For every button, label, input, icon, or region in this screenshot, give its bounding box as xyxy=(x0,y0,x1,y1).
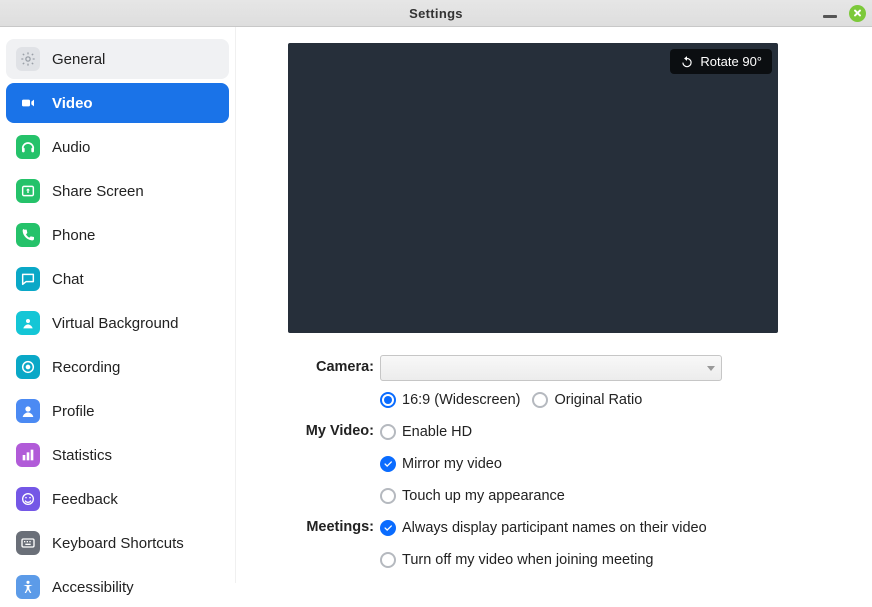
sidebar-item-label: Video xyxy=(52,95,93,112)
sidebar-item-label: Virtual Background xyxy=(52,315,178,332)
gear-icon xyxy=(16,47,40,71)
video-settings-form: Camera: 16:9 (Widescreen) Original Ratio xyxy=(288,355,848,583)
radio-icon xyxy=(380,392,396,408)
sidebar-item-keyboard-shortcuts[interactable]: Keyboard Shortcuts xyxy=(6,523,229,563)
window-title: Settings xyxy=(0,6,872,21)
option-label: Original Ratio xyxy=(554,392,642,408)
titlebar: Settings xyxy=(0,0,872,27)
option-label: Mirror my video xyxy=(402,456,502,472)
sidebar-item-phone[interactable]: Phone xyxy=(6,215,229,255)
sidebar-item-label: Phone xyxy=(52,227,95,244)
mirror-video-checkbox[interactable]: Mirror my video xyxy=(380,456,502,472)
rotate-icon xyxy=(680,55,694,69)
sidebar-item-general[interactable]: General xyxy=(6,39,229,79)
option-label: Turn off my video when joining meeting xyxy=(402,552,653,568)
minimize-button[interactable] xyxy=(823,15,837,18)
settings-sidebar: General Video Audio Share Screen Phone xyxy=(0,27,236,583)
sidebar-item-label: General xyxy=(52,51,105,68)
empty-label xyxy=(288,579,380,583)
sidebar-item-feedback[interactable]: Feedback xyxy=(6,479,229,519)
camera-label: Camera: xyxy=(288,355,380,375)
phone-icon xyxy=(16,223,40,247)
display-names-checkbox[interactable]: Always display participant names on thei… xyxy=(380,520,707,536)
checkbox-icon xyxy=(380,424,396,440)
empty-label xyxy=(288,451,380,455)
sidebar-item-label: Share Screen xyxy=(52,183,144,200)
sidebar-item-audio[interactable]: Audio xyxy=(6,127,229,167)
radio-icon xyxy=(532,392,548,408)
sidebar-item-accessibility[interactable]: Accessibility xyxy=(6,567,229,607)
feedback-icon xyxy=(16,487,40,511)
empty-label xyxy=(288,387,380,391)
option-label: Always display participant names on thei… xyxy=(402,520,707,536)
empty-label xyxy=(288,547,380,551)
sidebar-item-recording[interactable]: Recording xyxy=(6,347,229,387)
headphones-icon xyxy=(16,135,40,159)
window-controls xyxy=(823,0,866,26)
option-label: 16:9 (Widescreen) xyxy=(402,392,520,408)
aspect-original-radio[interactable]: Original Ratio xyxy=(532,392,642,408)
option-label: Enable HD xyxy=(402,424,472,440)
touch-up-checkbox[interactable]: Touch up my appearance xyxy=(380,488,565,504)
sidebar-item-label: Feedback xyxy=(52,491,118,508)
option-label: Touch up my appearance xyxy=(402,488,565,504)
checkbox-icon xyxy=(380,488,396,504)
chat-icon xyxy=(16,267,40,291)
profile-icon xyxy=(16,399,40,423)
turn-off-video-checkbox[interactable]: Turn off my video when joining meeting xyxy=(380,552,653,568)
sidebar-item-label: Accessibility xyxy=(52,579,134,596)
sidebar-item-label: Chat xyxy=(52,271,84,288)
sidebar-item-virtual-background[interactable]: Virtual Background xyxy=(6,303,229,343)
sidebar-item-label: Audio xyxy=(52,139,90,156)
my-video-label: My Video: xyxy=(288,419,380,439)
sidebar-item-statistics[interactable]: Statistics xyxy=(6,435,229,475)
settings-content: Rotate 90° Camera: 16:9 (Widescreen) xyxy=(236,27,872,583)
rotate-90-button[interactable]: Rotate 90° xyxy=(670,49,772,74)
sidebar-item-label: Recording xyxy=(52,359,120,376)
share-screen-icon xyxy=(16,179,40,203)
accessibility-icon xyxy=(16,575,40,599)
app-body: General Video Audio Share Screen Phone xyxy=(0,27,872,583)
rotate-label: Rotate 90° xyxy=(700,54,762,69)
video-icon xyxy=(16,91,40,115)
recording-icon xyxy=(16,355,40,379)
sidebar-item-label: Statistics xyxy=(52,447,112,464)
sidebar-item-video[interactable]: Video xyxy=(6,83,229,123)
video-preview: Rotate 90° xyxy=(288,43,778,333)
sidebar-item-share-screen[interactable]: Share Screen xyxy=(6,171,229,211)
sidebar-item-label: Profile xyxy=(52,403,95,420)
checkbox-icon xyxy=(380,520,396,536)
statistics-icon xyxy=(16,443,40,467)
camera-select[interactable] xyxy=(380,355,722,381)
sidebar-item-chat[interactable]: Chat xyxy=(6,259,229,299)
checkbox-icon xyxy=(380,552,396,568)
enable-hd-checkbox[interactable]: Enable HD xyxy=(380,424,472,440)
empty-label xyxy=(288,483,380,487)
chevron-down-icon xyxy=(707,366,715,371)
aspect-widescreen-radio[interactable]: 16:9 (Widescreen) xyxy=(380,392,520,408)
keyboard-icon xyxy=(16,531,40,555)
sidebar-item-profile[interactable]: Profile xyxy=(6,391,229,431)
meetings-label: Meetings: xyxy=(288,515,380,535)
sidebar-item-label: Keyboard Shortcuts xyxy=(52,535,184,552)
virtual-bg-icon xyxy=(16,311,40,335)
checkbox-icon xyxy=(380,456,396,472)
close-button[interactable] xyxy=(849,5,866,22)
